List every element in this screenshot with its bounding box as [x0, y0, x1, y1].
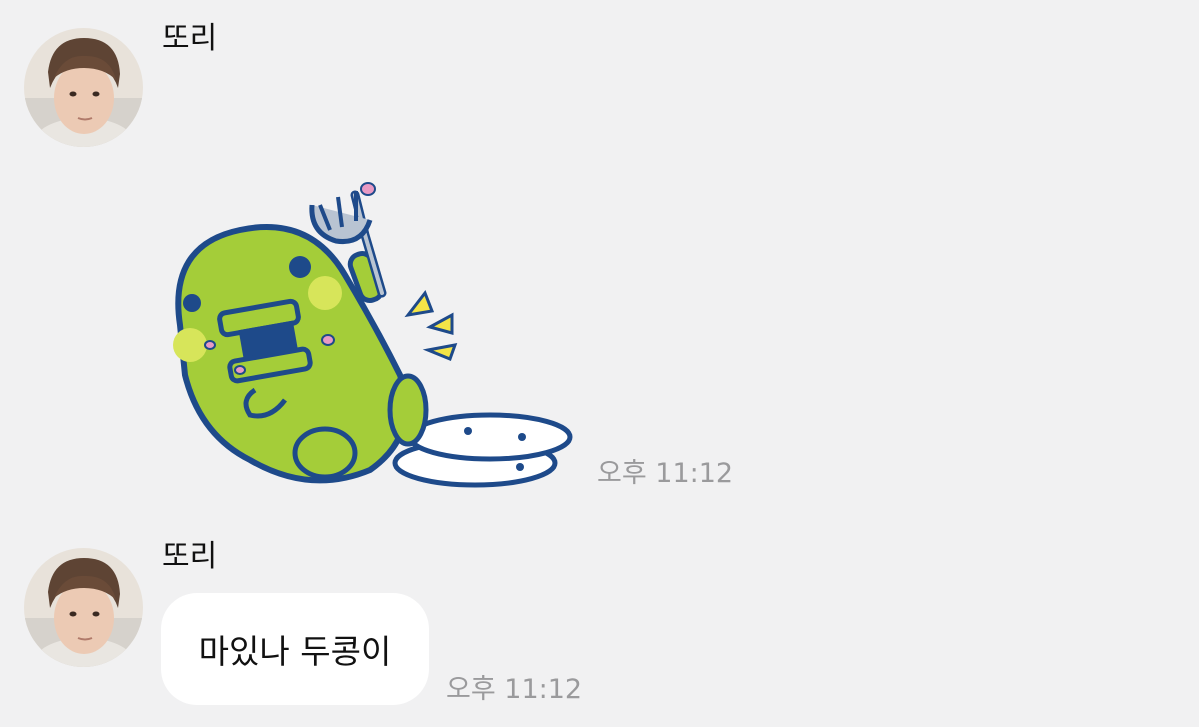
sticker-message[interactable]	[160, 175, 580, 495]
message-time: 오후 11:12	[597, 458, 734, 489]
sender-name: 또리	[162, 21, 218, 56]
profile-photo-icon	[24, 548, 143, 667]
message-bubble[interactable]: 마있나 두콩이	[161, 593, 429, 705]
profile-photo-icon	[24, 28, 143, 147]
sender-name: 또리	[162, 539, 218, 574]
sender-avatar[interactable]	[24, 548, 143, 667]
green-character-fork-plates-sticker-icon	[173, 182, 573, 488]
message-time: 오후 11:12	[446, 674, 583, 705]
sender-avatar[interactable]	[24, 28, 143, 147]
message-text: 마있나 두콩이	[198, 632, 392, 671]
